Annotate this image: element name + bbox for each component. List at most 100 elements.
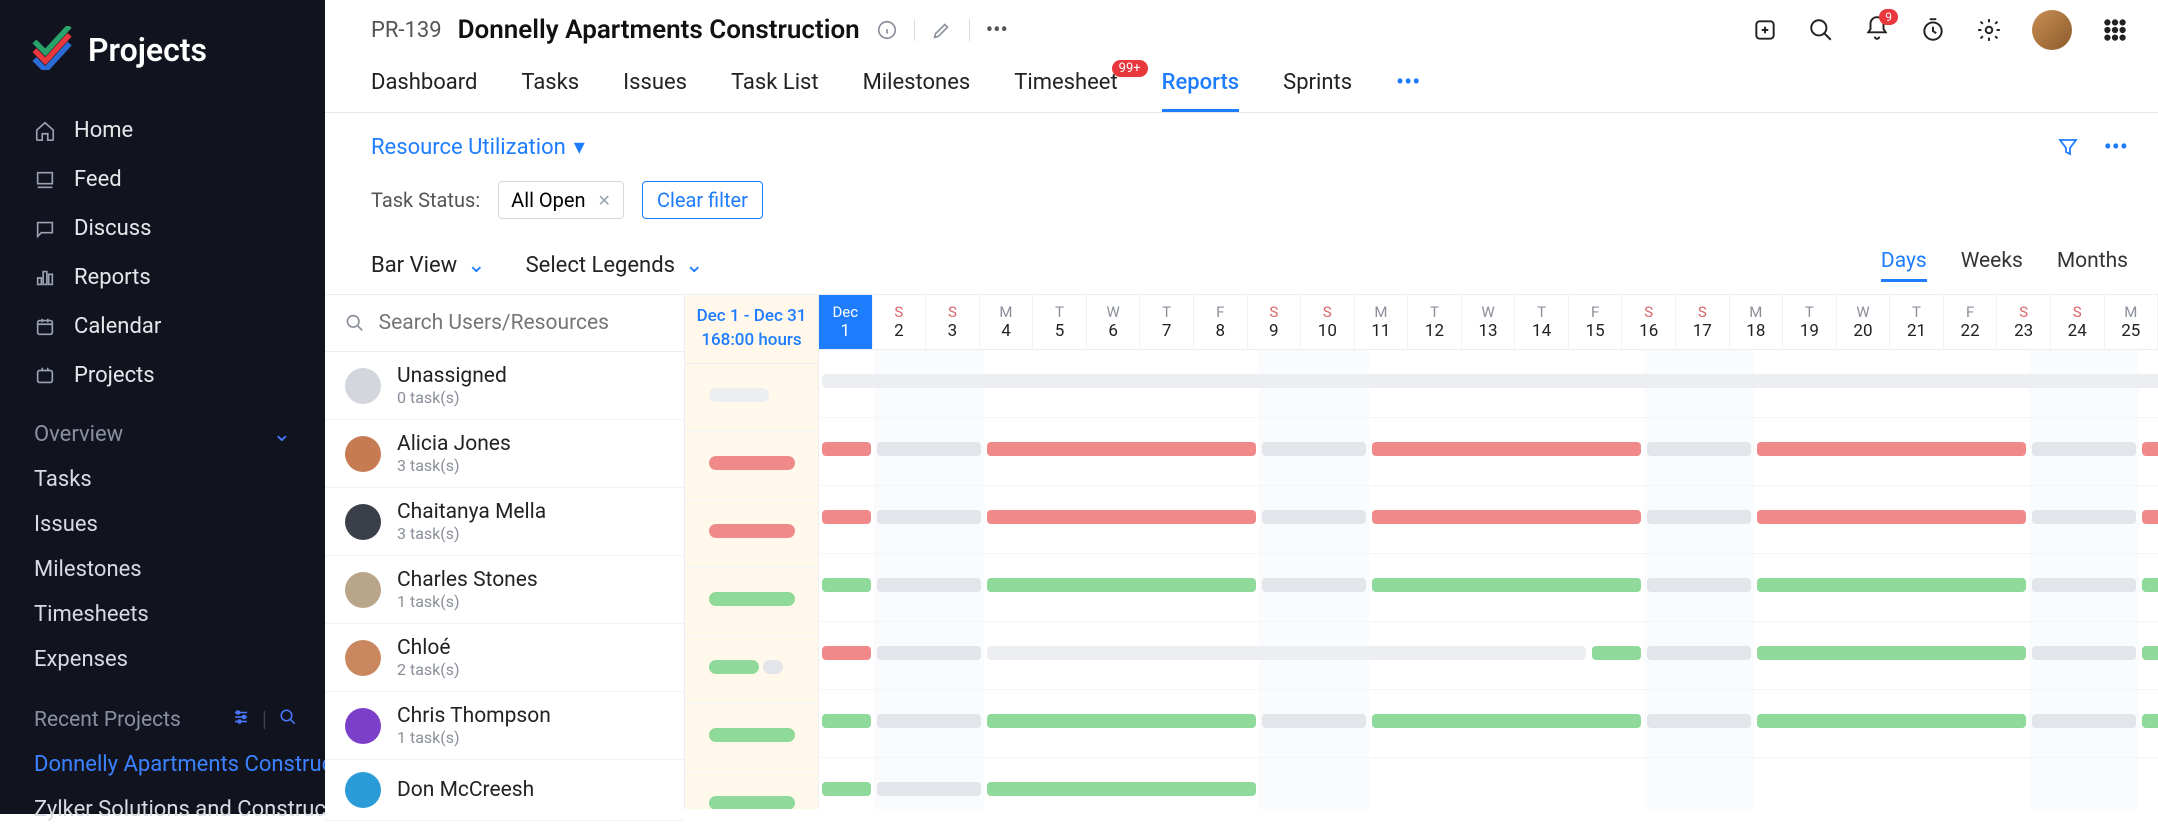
- resource-row[interactable]: Don McCreesh: [325, 760, 684, 821]
- gear-icon[interactable]: [1976, 17, 2002, 43]
- allocation-bar[interactable]: [822, 510, 871, 524]
- allocation-bar[interactable]: [1372, 442, 1641, 456]
- sidebar-item-calendar[interactable]: Calendar: [0, 302, 325, 351]
- resource-row[interactable]: Alicia Jones 3 task(s): [325, 420, 684, 488]
- allocation-bar[interactable]: [1647, 510, 1751, 524]
- recent-project-item[interactable]: Donnelly Apartments Construction: [0, 742, 325, 787]
- allocation-bar[interactable]: [2032, 646, 2136, 660]
- close-icon[interactable]: ✕: [598, 191, 611, 210]
- tab-reports[interactable]: Reports: [1162, 70, 1239, 111]
- recent-project-item[interactable]: Zylker Solutions and Construction: [0, 787, 325, 832]
- allocation-bar[interactable]: [1647, 646, 1751, 660]
- notifications-button[interactable]: 9: [1864, 15, 1890, 45]
- allocation-bar[interactable]: [1262, 578, 1366, 592]
- allocation-bar[interactable]: [2032, 510, 2136, 524]
- sidebar-item-projects[interactable]: Projects: [0, 351, 325, 400]
- overview-sub-tasks[interactable]: Tasks: [0, 457, 325, 502]
- allocation-bar[interactable]: [987, 442, 1256, 456]
- timer-icon[interactable]: [1920, 17, 1946, 43]
- allocation-bar[interactable]: [2142, 578, 2158, 592]
- info-icon[interactable]: [876, 19, 898, 41]
- allocation-bar[interactable]: [987, 646, 1586, 660]
- allocation-bar[interactable]: [1647, 714, 1751, 728]
- allocation-bar[interactable]: [1757, 714, 2026, 728]
- allocation-bar[interactable]: [822, 442, 871, 456]
- allocation-bar[interactable]: [1372, 510, 1641, 524]
- app-logo[interactable]: Projects: [0, 0, 325, 106]
- allocation-bar[interactable]: [1262, 714, 1366, 728]
- gantt-timeline[interactable]: Dec 1 - Dec 31 168:00 hours Dec 1 S: [685, 295, 2158, 809]
- scale-weeks[interactable]: Weeks: [1961, 249, 2023, 282]
- allocation-bar[interactable]: [1592, 646, 1641, 660]
- more-icon[interactable]: •••: [2104, 133, 2128, 161]
- more-icon[interactable]: •••: [986, 18, 1008, 43]
- overview-section[interactable]: Overview ⌄: [0, 400, 325, 457]
- resource-row[interactable]: Chris Thompson 1 task(s): [325, 692, 684, 760]
- sidebar-item-home[interactable]: Home: [0, 106, 325, 155]
- tab-sprints[interactable]: Sprints: [1283, 70, 1352, 111]
- search-icon[interactable]: [279, 708, 297, 726]
- allocation-bar[interactable]: [2032, 578, 2136, 592]
- allocation-bar[interactable]: [877, 578, 981, 592]
- apps-grid-icon[interactable]: [2102, 17, 2128, 43]
- tab-task list[interactable]: Task List: [731, 70, 819, 111]
- resource-row[interactable]: Chaitanya Mella 3 task(s): [325, 488, 684, 556]
- task-status-chip[interactable]: All Open ✕: [498, 181, 624, 219]
- search-icon[interactable]: [1808, 17, 1834, 43]
- allocation-bar[interactable]: [987, 510, 1256, 524]
- tab-issues[interactable]: Issues: [623, 70, 687, 111]
- legends-dropdown[interactable]: Select Legends ⌄: [526, 253, 704, 278]
- allocation-bar[interactable]: [987, 714, 1256, 728]
- allocation-bar[interactable]: [822, 578, 871, 592]
- bar-view-dropdown[interactable]: Bar View ⌄: [371, 253, 486, 278]
- allocation-bar[interactable]: [877, 510, 981, 524]
- tab-tasks[interactable]: Tasks: [521, 70, 579, 111]
- allocation-bar[interactable]: [1757, 442, 2026, 456]
- overview-sub-expenses[interactable]: Expenses: [0, 637, 325, 682]
- more-tabs-icon[interactable]: •••: [1396, 68, 1420, 112]
- tab-timesheet[interactable]: Timesheet99+: [1014, 70, 1117, 111]
- allocation-bar[interactable]: [877, 442, 981, 456]
- scale-months[interactable]: Months: [2057, 249, 2128, 282]
- allocation-bar[interactable]: [822, 646, 871, 660]
- overview-sub-timesheets[interactable]: Timesheets: [0, 592, 325, 637]
- add-icon[interactable]: [1752, 17, 1778, 43]
- allocation-bar[interactable]: [877, 714, 981, 728]
- allocation-bar[interactable]: [877, 782, 981, 796]
- allocation-bar[interactable]: [1372, 714, 1641, 728]
- allocation-bar[interactable]: [987, 578, 1256, 592]
- allocation-bar[interactable]: [2142, 442, 2158, 456]
- allocation-bar[interactable]: [822, 714, 871, 728]
- allocation-bar[interactable]: [1262, 442, 1366, 456]
- allocation-bar[interactable]: [1757, 510, 2026, 524]
- allocation-bar[interactable]: [1647, 442, 1751, 456]
- tab-milestones[interactable]: Milestones: [863, 70, 971, 111]
- allocation-bar[interactable]: [1262, 510, 1366, 524]
- edit-icon[interactable]: [931, 19, 953, 41]
- allocation-bar[interactable]: [2142, 510, 2158, 524]
- sidebar-item-reports[interactable]: Reports: [0, 253, 325, 302]
- resource-row[interactable]: Unassigned 0 task(s): [325, 352, 684, 420]
- resource-row[interactable]: Chloé 2 task(s): [325, 624, 684, 692]
- allocation-bar[interactable]: [822, 374, 2158, 388]
- allocation-bar[interactable]: [1372, 578, 1641, 592]
- resource-row[interactable]: Charles Stones 1 task(s): [325, 556, 684, 624]
- sliders-icon[interactable]: [232, 708, 250, 726]
- overview-sub-milestones[interactable]: Milestones: [0, 547, 325, 592]
- allocation-bar[interactable]: [2142, 646, 2158, 660]
- allocation-bar[interactable]: [2032, 442, 2136, 456]
- search-input[interactable]: [379, 311, 664, 335]
- allocation-bar[interactable]: [1757, 646, 2026, 660]
- filter-icon[interactable]: [2056, 135, 2080, 159]
- clear-filter-button[interactable]: Clear filter: [642, 181, 763, 219]
- allocation-bar[interactable]: [1647, 578, 1751, 592]
- overview-sub-issues[interactable]: Issues: [0, 502, 325, 547]
- report-type-dropdown[interactable]: Resource Utilization ▾: [371, 135, 585, 160]
- allocation-bar[interactable]: [877, 646, 981, 660]
- allocation-bar[interactable]: [987, 782, 1256, 796]
- user-avatar[interactable]: [2032, 10, 2072, 50]
- allocation-bar[interactable]: [2142, 714, 2158, 728]
- sidebar-item-feed[interactable]: Feed: [0, 155, 325, 204]
- allocation-bar[interactable]: [822, 782, 871, 796]
- tab-dashboard[interactable]: Dashboard: [371, 70, 477, 111]
